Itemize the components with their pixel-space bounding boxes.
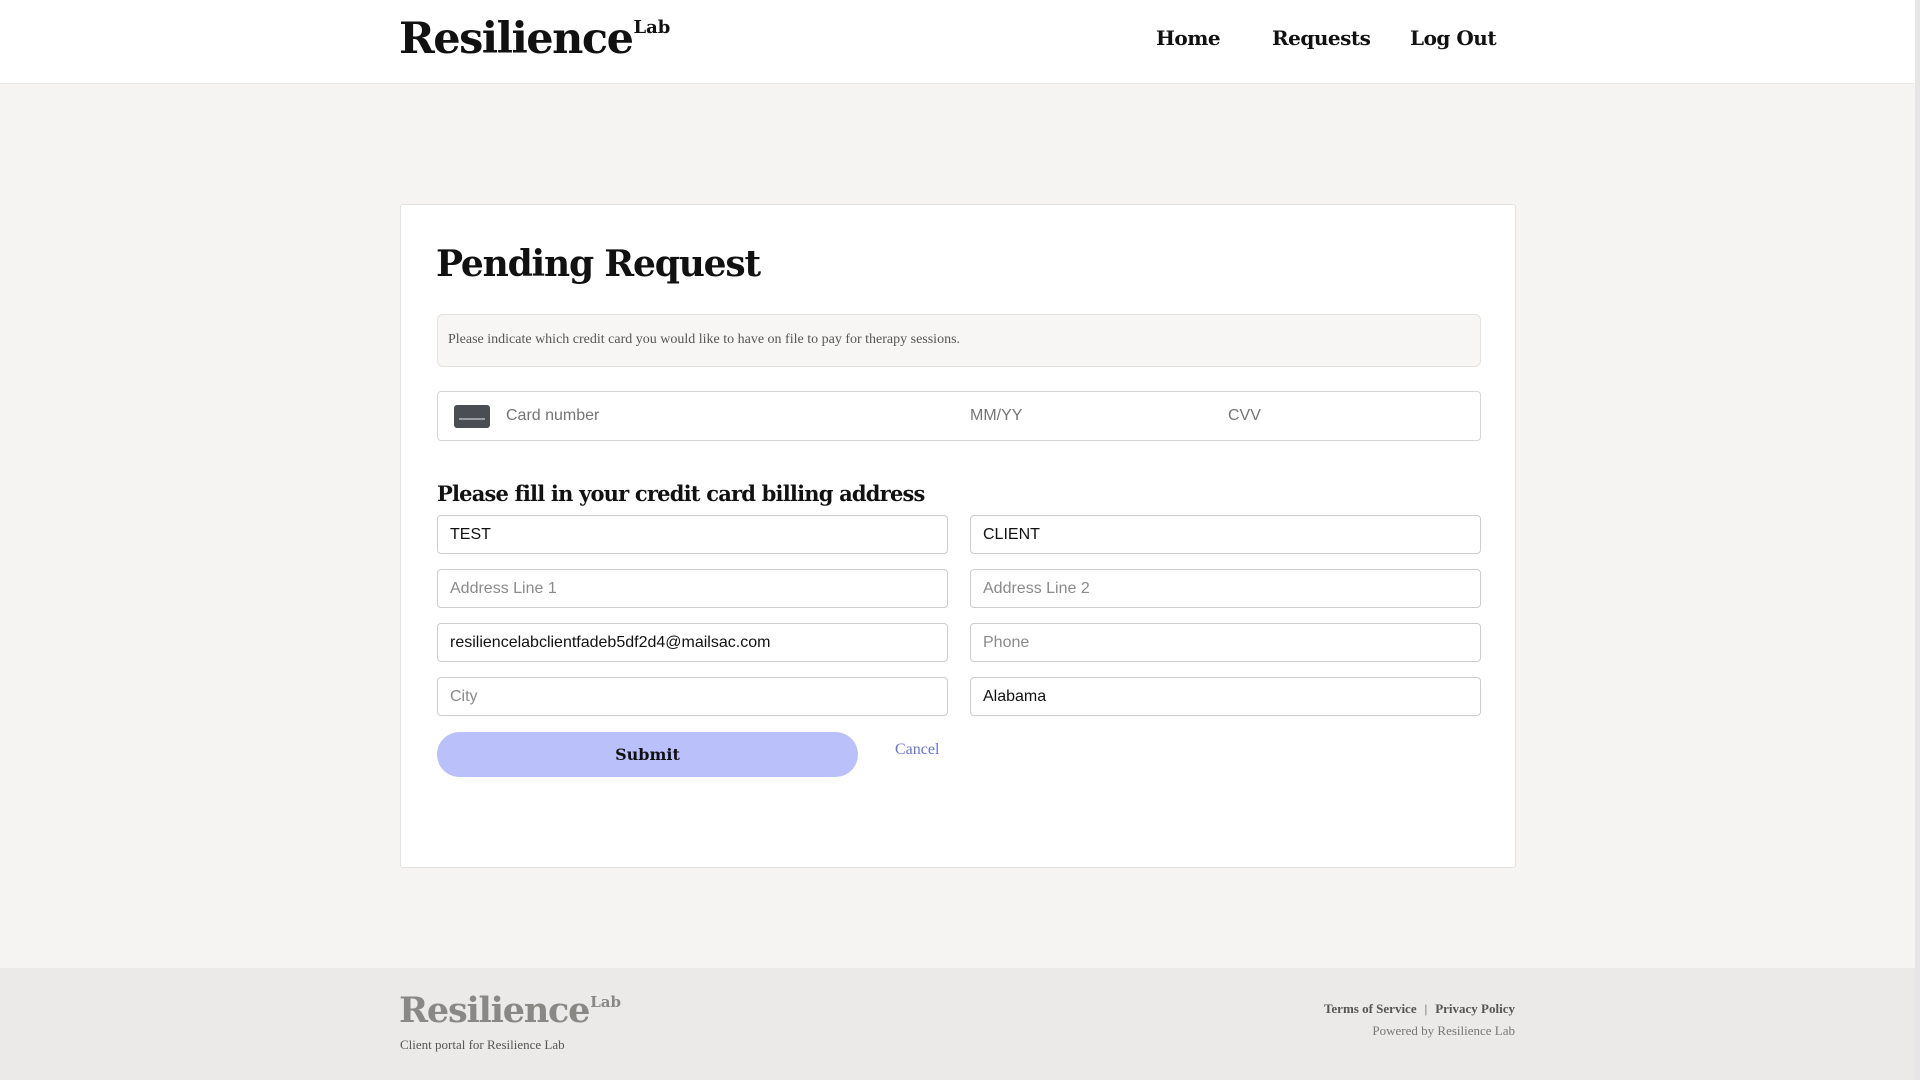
address-line-2-field[interactable] bbox=[970, 569, 1481, 608]
billing-address-heading: Please fill in your credit card billing … bbox=[437, 481, 925, 506]
header-logo[interactable]: ResilienceLab bbox=[399, 18, 670, 61]
nav-requests[interactable]: Requests bbox=[1272, 26, 1371, 50]
footer-separator: | bbox=[1424, 1001, 1428, 1016]
address-line-1-field[interactable] bbox=[437, 569, 948, 608]
logo-superscript: Lab bbox=[633, 17, 671, 38]
last-name-field[interactable] bbox=[970, 515, 1481, 554]
nav-log-out[interactable]: Log Out bbox=[1410, 26, 1497, 50]
pending-request-card: Pending Request Please indicate which cr… bbox=[400, 204, 1516, 868]
footer-logo-wordmark: Resilience bbox=[399, 990, 590, 1031]
city-field[interactable] bbox=[437, 677, 948, 716]
credit-card-field[interactable]: Card number MM/YY CVV bbox=[437, 391, 1481, 441]
state-field[interactable] bbox=[970, 677, 1481, 716]
cancel-link[interactable]: Cancel bbox=[895, 741, 939, 759]
notice-box: Please indicate which credit card you wo… bbox=[437, 314, 1481, 367]
credit-card-icon bbox=[454, 405, 490, 428]
page-title: Pending Request bbox=[436, 243, 761, 285]
first-name-field[interactable] bbox=[437, 515, 948, 554]
footer-tagline: Client portal for Resilience Lab bbox=[400, 1037, 565, 1052]
terms-of-service-link[interactable]: Terms of Service bbox=[1324, 1001, 1417, 1016]
powered-by-text: Powered by Resilience Lab bbox=[1372, 1023, 1515, 1038]
footer-logo-superscript: Lab bbox=[590, 993, 622, 1011]
logo-wordmark: Resilience bbox=[399, 14, 634, 64]
phone-field[interactable] bbox=[970, 623, 1481, 662]
privacy-policy-link[interactable]: Privacy Policy bbox=[1435, 1001, 1515, 1016]
page-scrollbar[interactable] bbox=[1915, 0, 1920, 1080]
footer-logo: ResilienceLab bbox=[399, 993, 621, 1028]
email-field[interactable] bbox=[437, 623, 948, 662]
card-expiry-input[interactable]: MM/YY bbox=[970, 407, 1022, 425]
card-number-input[interactable]: Card number bbox=[506, 407, 599, 425]
site-header: ResilienceLab Home Requests Log Out bbox=[0, 0, 1915, 84]
submit-button[interactable]: Submit bbox=[437, 732, 858, 777]
site-footer: ResilienceLab Client portal for Resilien… bbox=[0, 968, 1915, 1080]
card-cvv-input[interactable]: CVV bbox=[1228, 407, 1261, 425]
nav-home[interactable]: Home bbox=[1156, 26, 1221, 50]
footer-links: Terms of Service | Privacy Policy bbox=[1324, 1001, 1515, 1017]
